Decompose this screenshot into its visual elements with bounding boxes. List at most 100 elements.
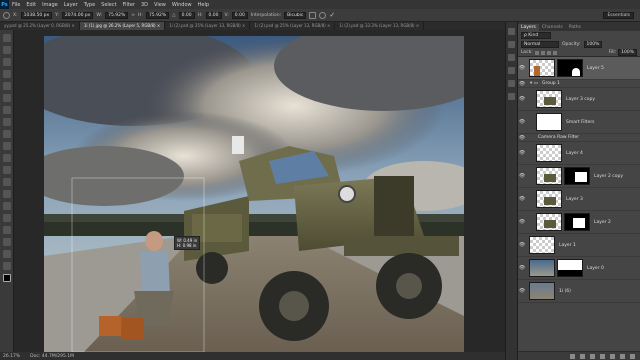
eyedropper-tool-icon[interactable] [2, 94, 11, 102]
visibility-eye-icon[interactable]: 👁 [518, 65, 526, 71]
menu-select[interactable]: Select [98, 2, 119, 8]
v-skew-field[interactable]: 0.00 [231, 11, 248, 19]
lasso-tool-icon[interactable] [2, 58, 11, 66]
layer-row[interactable]: 👁 Layer 2 copy [518, 165, 640, 188]
visibility-eye-icon[interactable]: 👁 [518, 288, 526, 294]
menu-layer[interactable]: Layer [61, 2, 81, 8]
width-field[interactable]: 75.92% [105, 11, 129, 19]
quick-select-tool-icon[interactable] [2, 70, 11, 78]
gradient-tool-icon[interactable] [2, 166, 11, 174]
add-mask-icon[interactable] [590, 353, 595, 359]
warp-icon[interactable] [309, 11, 317, 19]
workspace-switcher[interactable]: Essentials [603, 12, 634, 19]
history-brush-tool-icon[interactable] [2, 142, 11, 150]
layer-row[interactable]: 👁 Layer 0 [518, 257, 640, 280]
eraser-tool-icon[interactable] [2, 154, 11, 162]
delete-layer-icon[interactable] [630, 353, 635, 359]
menu-3d[interactable]: 3D [138, 2, 151, 8]
menu-edit[interactable]: Edit [23, 2, 39, 8]
menu-window[interactable]: Window [169, 2, 195, 8]
visibility-eye-icon[interactable]: 👁 [518, 150, 526, 156]
new-layer-icon[interactable] [620, 353, 625, 359]
character-panel-icon[interactable] [508, 67, 515, 74]
hand-tool-icon[interactable] [2, 250, 11, 258]
cancel-transform-icon[interactable] [319, 11, 327, 19]
layer-row[interactable]: 👁 Layer 4 [518, 142, 640, 165]
h-skew-field[interactable]: 0.00 [205, 11, 222, 19]
x-field[interactable]: 1038.50 px [20, 11, 53, 19]
dodge-tool-icon[interactable] [2, 190, 11, 198]
move-tool-icon[interactable] [2, 34, 11, 42]
menu-filter[interactable]: Filter [120, 2, 138, 8]
visibility-eye-icon[interactable]: 👁 [518, 119, 526, 125]
marquee-tool-icon[interactable] [2, 46, 11, 54]
menu-view[interactable]: View [151, 2, 169, 8]
pen-tool-icon[interactable] [2, 202, 11, 210]
visibility-eye-icon[interactable]: 👁 [518, 242, 526, 248]
zoom-tool-icon[interactable] [2, 262, 11, 270]
canvas-area[interactable]: W: 0.49 in H: 0.98 in [14, 30, 505, 352]
crop-tool-icon[interactable] [2, 82, 11, 90]
brush-panel-icon[interactable] [508, 93, 515, 100]
document-canvas[interactable]: W: 0.49 in H: 0.98 in [44, 36, 464, 352]
visibility-eye-icon[interactable]: 👁 [518, 219, 526, 225]
blur-tool-icon[interactable] [2, 178, 11, 186]
zoom-level[interactable]: 26.17% [3, 354, 20, 359]
layer-row[interactable]: 👁 Layer 3 [518, 188, 640, 211]
shape-tool-icon[interactable] [2, 238, 11, 246]
commit-transform-icon[interactable]: ✓ [329, 11, 335, 19]
new-group-icon[interactable] [610, 353, 615, 359]
adjustments-panel-icon[interactable] [508, 54, 515, 61]
lock-all-icon[interactable] [552, 50, 557, 55]
history-panel-icon[interactable] [508, 28, 515, 35]
tab-channels[interactable]: Channels [539, 24, 566, 31]
adjustment-layer-icon[interactable] [600, 353, 605, 359]
link-layers-icon[interactable] [570, 353, 575, 359]
layer-row[interactable]: 👁 Layer 2 [518, 211, 640, 234]
menu-type[interactable]: Type [81, 2, 98, 8]
layer-row[interactable]: 👁 Layer 5 [518, 57, 640, 80]
layer-row[interactable]: 👁 Layer 3 copy [518, 88, 640, 111]
interpolation-select[interactable]: Bicubic [284, 11, 307, 19]
doc-tab[interactable]: 1i (2).psd @ 25% (Layer 13, RGB/8) × [250, 22, 336, 30]
foreground-color-swatch[interactable] [2, 274, 11, 282]
layer-mask-thumbnail[interactable] [564, 213, 590, 231]
doc-tab[interactable]: yy.psd @ 25.2% (Layer 0, RGB/8) × [0, 22, 80, 30]
kind-filter-select[interactable]: ρ Kind [521, 32, 551, 39]
path-select-tool-icon[interactable] [2, 226, 11, 234]
y-field[interactable]: 2074.00 px [61, 11, 94, 19]
menu-image[interactable]: Image [39, 2, 61, 8]
layer-mask-thumbnail[interactable] [557, 59, 583, 77]
menu-help[interactable]: Help [195, 2, 212, 8]
lock-transparency-icon[interactable] [534, 50, 539, 55]
lock-pixels-icon[interactable] [540, 50, 545, 55]
visibility-eye-icon[interactable]: 👁 [518, 196, 526, 202]
layer-mask-thumbnail[interactable] [557, 259, 583, 277]
doc-tab[interactable]: 1i (2).psd @ 33.3% (Layer 13, RGB/8) × [335, 22, 425, 30]
tab-layers[interactable]: Layers [518, 24, 539, 31]
clone-stamp-tool-icon[interactable] [2, 130, 11, 138]
blend-mode-select[interactable]: Normal [521, 41, 559, 48]
visibility-eye-icon[interactable]: 👁 [518, 173, 526, 179]
height-field[interactable]: 75.92% [145, 11, 170, 19]
link-icon[interactable]: ∞ [131, 13, 135, 18]
healing-tool-icon[interactable] [2, 106, 11, 114]
layer-row[interactable]: 👁 Smart Filters [518, 111, 640, 134]
fill-field[interactable]: 100% [618, 49, 637, 56]
opacity-field[interactable]: 100% [583, 41, 603, 48]
paragraph-panel-icon[interactable] [508, 80, 515, 87]
layer-group-row[interactable]: 👁 ▾ ▭ Group 1 [518, 80, 640, 88]
visibility-eye-icon[interactable]: 👁 [518, 96, 526, 102]
lock-position-icon[interactable] [546, 50, 551, 55]
doc-tab[interactable]: 1i (2).psd @ 25% (Layer 13, RGB/8) × [165, 22, 251, 30]
doc-tab-active[interactable]: 1i (1).jpg @ 26.2% (Layer 5, RGB/8) × [79, 22, 166, 30]
visibility-eye-icon[interactable]: 👁 [518, 81, 526, 87]
visibility-eye-icon[interactable]: 👁 [518, 135, 526, 141]
angle-field[interactable]: 0.00 [178, 11, 195, 19]
layer-row[interactable]: 👁 Layer 1 [518, 234, 640, 257]
type-tool-icon[interactable] [2, 214, 11, 222]
layer-row[interactable]: 👁 1i (6) [518, 280, 640, 303]
layer-style-icon[interactable] [580, 353, 585, 359]
reference-point-icon[interactable] [3, 11, 10, 19]
tab-paths[interactable]: Paths [566, 24, 584, 31]
